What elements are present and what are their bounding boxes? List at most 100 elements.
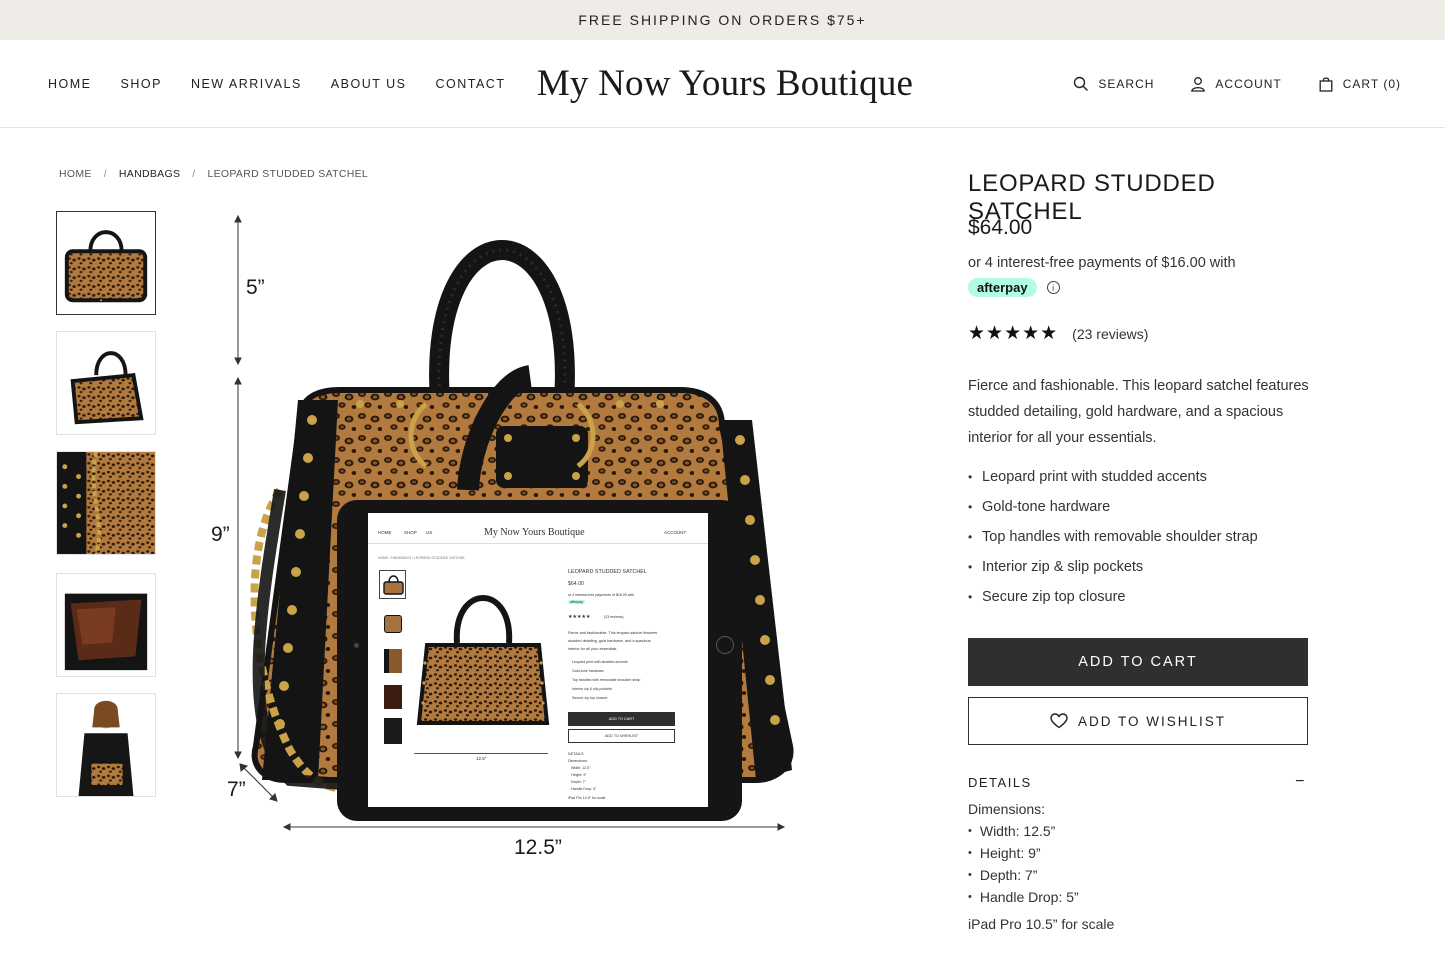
nav-home[interactable]: HOME (48, 77, 92, 91)
dimension-text: Height: 9” (979, 845, 1041, 861)
mini-afterpay: or 4 interest-free payments of $16.00 wi… (568, 593, 635, 597)
breadcrumb-home[interactable]: HOME (59, 168, 92, 180)
wishlist-label: ADD TO WISHLIST (1077, 713, 1227, 729)
details-heading: DETAILS (968, 774, 1032, 790)
review-count[interactable]: (23 reviews) (1072, 326, 1148, 342)
cart-button[interactable]: CART (0) (1318, 76, 1401, 92)
mini-nav-3: US (426, 530, 433, 535)
mini-feature-1: Leopard print with studded accents (572, 660, 628, 664)
mini-price: $64.00 (568, 581, 584, 587)
dimension-item: • Height: 9” (968, 845, 1041, 861)
feature-text: Leopard print with studded accents (982, 469, 1207, 485)
handbag-front-image (57, 212, 155, 314)
handbag-interior-image (57, 574, 155, 676)
breadcrumb: HOME / HANDBAGS / LEOPARD STUDDED SATCHE… (59, 168, 368, 180)
info-icon[interactable]: i (1046, 281, 1060, 294)
mini-breadcrumb: HOME / HANDBAGS / LEOPARD STUDDED SATCHE… (378, 556, 466, 560)
details-content: Dimensions: • Width: 12.5” • Height: 9” • D… (968, 798, 1114, 932)
mini-desc-2: studded detailing, gold hardware, and a … (568, 639, 651, 643)
product-description: Fierce and fashionable. This leopard sat… (968, 378, 1309, 446)
mini-width-label: 12.5” (476, 756, 487, 761)
mini-add-to-cart: ADD TO CART (608, 716, 635, 721)
width-label: 12.5” (514, 836, 562, 859)
search-icon (1074, 76, 1089, 91)
account-label: ACCOUNT (1215, 77, 1282, 91)
feature-text: Secure zip top closure (982, 589, 1126, 605)
feature-item: • Secure zip top closure (968, 589, 1126, 605)
mini-feature-4: Interior zip & slip pockets (572, 687, 612, 691)
mini-nav-2: SHOP (404, 530, 417, 535)
handle-drop-label: 5” (246, 276, 265, 299)
product-rating[interactable]: ★★★★★ (23 reviews) (968, 322, 1148, 345)
ipad-home-button (716, 636, 734, 654)
search-button[interactable]: SEARCH (1073, 76, 1154, 92)
thumbnail-interior[interactable] (56, 573, 156, 677)
account-button[interactable]: ACCOUNT (1190, 76, 1281, 92)
afterpay-badge[interactable]: afterpay (968, 278, 1037, 297)
nav-new-arrivals[interactable]: NEW ARRIVALS (191, 77, 302, 91)
dimension-text: Handle Drop: 5” (979, 889, 1079, 905)
breadcrumb-current: LEOPARD STUDDED SATCHEL (207, 168, 369, 180)
search-label: SEARCH (1098, 77, 1155, 91)
promo-text: FREE SHIPPING ON ORDERS $75+ (578, 12, 867, 28)
mini-dim-2: Height: 9” (571, 773, 587, 777)
nav-shop[interactable]: SHOP (121, 77, 162, 91)
mini-dim-4: Handle Drop: 5” (571, 787, 597, 791)
scale-note: iPad Pro 10.5” for scale (968, 916, 1115, 932)
feature-list: • Leopard print with studded accents • Gol… (968, 462, 1258, 612)
dimension-item: • Handle Drop: 5” (968, 889, 1079, 905)
ipad-scale-reference: HOME SHOP US My Now Yours Boutique ACCOU… (337, 500, 742, 821)
site-logo[interactable]: My Now Yours Boutique (510, 62, 940, 105)
thumbnail-studs-chain[interactable] (56, 451, 156, 555)
mini-feature-5: Secure zip top closure (572, 696, 608, 700)
dimension-text: Depth: 7” (979, 867, 1038, 883)
mini-logo: My Now Yours Boutique (484, 527, 585, 538)
mini-reviews: (23 reviews) (604, 615, 624, 619)
mini-desc-3: interior for all your essentials. (568, 647, 618, 651)
height-label: 9” (211, 523, 230, 546)
site-header: HOME SHOP NEW ARRIVALS ABOUT US CONTACT … (0, 40, 1445, 128)
nav-about-us[interactable]: ABOUT US (331, 77, 407, 91)
afterpay-row: afterpay i (968, 278, 1060, 297)
thumbnail-front-view[interactable] (56, 211, 156, 315)
mini-details: DETAILS (568, 752, 584, 756)
mini-dim-3: Depth: 7” (571, 780, 586, 784)
feature-item: • Leopard print with studded accents (968, 469, 1207, 485)
depth-label: 7” (227, 778, 246, 801)
add-to-cart-button[interactable]: ADD TO CART (968, 638, 1308, 686)
utility-nav: SEARCH ACCOUNT CART (0) (1073, 40, 1401, 128)
breadcrumb-separator: / (103, 168, 107, 180)
shopping-bag-icon (1319, 77, 1333, 92)
main-nav: HOME SHOP NEW ARRIVALS ABOUT US CONTACT (48, 40, 505, 128)
dimension-item: • Width: 12.5” (968, 823, 1056, 839)
dimension-text: Width: 12.5” (979, 823, 1056, 839)
thumbnail-model[interactable] (56, 693, 156, 797)
mini-afterpay-badge: afterpay (568, 600, 585, 605)
collapse-icon: − (1295, 773, 1306, 790)
mini-dim-1: Width: 12.5” (571, 766, 591, 770)
breadcrumb-separator: / (192, 168, 196, 180)
mini-stars: ★★★★★ (568, 614, 591, 620)
details-accordion-toggle[interactable]: DETAILS − (968, 773, 1308, 791)
handbag-detail-image (57, 452, 155, 554)
add-to-wishlist-button[interactable]: ADD TO WISHLIST (968, 697, 1308, 745)
feature-item: • Interior zip & slip pockets (968, 559, 1144, 575)
nav-contact[interactable]: CONTACT (435, 77, 505, 91)
feature-text: Gold-tone hardware (982, 499, 1111, 515)
mini-scale-note: iPad Pro 10.5” for scale (568, 796, 606, 800)
mini-nav-1: HOME (378, 530, 392, 535)
feature-item: • Top handles with removable shoulder str… (968, 529, 1258, 545)
mini-account: ACCOUNT (664, 530, 687, 535)
feature-text: Interior zip & slip pockets (982, 559, 1144, 575)
dimensions-label: Dimensions: (968, 801, 1046, 817)
mini-desc-1: Fierce and fashionable. This leopard sat… (568, 631, 658, 635)
breadcrumb-category[interactable]: HANDBAGS (119, 168, 180, 180)
mini-add-to-wishlist: ADD TO WISHLIST (604, 733, 639, 738)
afterpay-text: or 4 interest-free payments of $16.00 wi… (968, 255, 1236, 271)
cart-label: CART (0) (1342, 77, 1401, 91)
product-price: $64.00 (968, 216, 1033, 239)
dimension-item: • Depth: 7” (968, 867, 1038, 883)
product-info: LEOPARD STUDDED SATCHEL $64.00 or 4 inte… (968, 170, 1323, 932)
mini-title: LEOPARD STUDDED SATCHEL (568, 569, 647, 575)
thumbnail-angle-view[interactable] (56, 331, 156, 435)
